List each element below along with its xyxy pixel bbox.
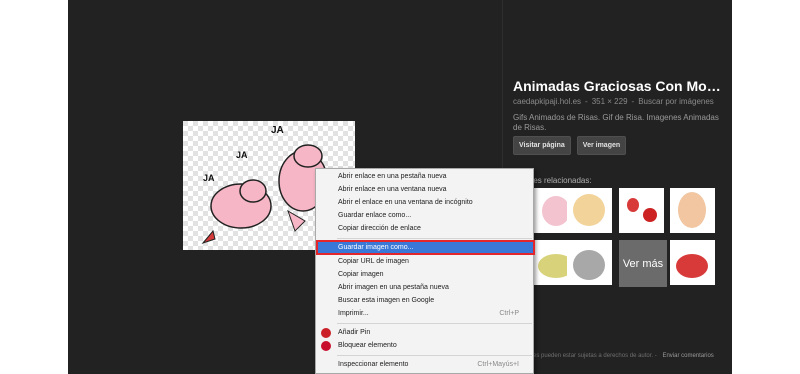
menu-item-copy-link-address[interactable]: Copiar dirección de enlace [316, 223, 533, 235]
menu-separator [337, 323, 532, 324]
menu-item-block-element[interactable]: Bloquear elemento [316, 340, 533, 352]
result-dimensions: 351 × 229 [591, 97, 628, 106]
menu-item-open-link-incognito[interactable]: Abrir el enlace en una ventana de incógn… [316, 197, 533, 209]
menu-item-add-pin[interactable]: Añadir Pin [316, 327, 533, 339]
block-icon [321, 341, 331, 351]
related-thumbnail[interactable] [670, 188, 715, 233]
menu-item-open-link-new-tab[interactable]: Abrir enlace en una pestaña nueva [316, 171, 533, 183]
related-thumbnail[interactable] [670, 240, 715, 285]
menu-item-label: Abrir enlace en una ventana nueva [338, 186, 447, 193]
search-by-image-link[interactable]: Buscar por imágenes [638, 97, 714, 106]
shortcut-label: Ctrl+Mayús+I [477, 361, 519, 368]
result-actions: Visitar página Ver imagen [513, 136, 627, 155]
copyright-notice: genes pueden estar sujetas a derechos de… [523, 353, 714, 359]
menu-item-label: Añadir Pin [338, 329, 371, 336]
menu-item-label: Copiar dirección de enlace [338, 225, 421, 232]
related-thumbnail[interactable] [567, 188, 612, 233]
menu-separator [337, 355, 532, 356]
menu-item-label: Abrir el enlace en una ventana de incógn… [338, 199, 473, 206]
result-description: Gifs Animados de Risas. Gif de Risa. Ima… [513, 113, 719, 132]
result-source[interactable]: caedapkipaji.hol.es [513, 97, 581, 106]
menu-item-label: Guardar enlace como... [338, 212, 412, 219]
menu-item-label: Abrir enlace en una pestaña nueva [338, 173, 447, 180]
menu-item-label: Copiar imagen [338, 271, 384, 278]
laugh-text: JA [203, 173, 215, 183]
menu-item-print[interactable]: Imprimir... Ctrl+P [316, 308, 533, 320]
menu-item-label: Abrir imagen en una pestaña nueva [338, 284, 449, 291]
menu-item-copy-image-url[interactable]: Copiar URL de imagen [316, 256, 533, 268]
highlight-annotation [316, 240, 535, 255]
result-title[interactable]: Animadas Graciosas Con Movimient... [513, 78, 728, 94]
related-thumbnail[interactable] [619, 188, 664, 233]
meta-separator: - [585, 97, 588, 106]
menu-item-label: Copiar URL de imagen [338, 258, 409, 265]
context-menu: Abrir enlace en una pestaña nueva Abrir … [315, 168, 535, 374]
see-more-button[interactable]: Ver más [619, 240, 667, 287]
menu-item-label: Inspeccionar elemento [338, 361, 409, 368]
menu-item-copy-image[interactable]: Copiar imagen [316, 269, 533, 281]
menu-item-search-image-google[interactable]: Buscar esta imagen en Google [316, 295, 533, 307]
menu-item-label: Buscar esta imagen en Google [338, 297, 435, 304]
meta-separator: - [631, 97, 635, 106]
menu-separator [337, 238, 532, 239]
laugh-text: JA [271, 125, 284, 136]
menu-item-label: Bloquear elemento [338, 342, 397, 349]
result-meta: caedapkipaji.hol.es - 351 × 229 - Buscar… [513, 97, 728, 106]
menu-item-label: Imprimir... [338, 310, 369, 317]
result-info: Animadas Graciosas Con Movimient... caed… [513, 78, 728, 133]
menu-item-save-link-as[interactable]: Guardar enlace como... [316, 210, 533, 222]
send-feedback-link[interactable]: Enviar comentarios [662, 353, 713, 359]
menu-item-open-link-new-window[interactable]: Abrir enlace en una ventana nueva [316, 184, 533, 196]
copyright-text: genes pueden estar sujetas a derechos de… [523, 353, 654, 359]
view-image-button[interactable]: Ver imagen [576, 136, 627, 155]
menu-item-inspect-element[interactable]: Inspeccionar elemento Ctrl+Mayús+I [316, 359, 533, 371]
pinterest-icon [321, 328, 331, 338]
shortcut-label: Ctrl+P [499, 310, 519, 317]
menu-item-open-image-new-tab[interactable]: Abrir imagen en una pestaña nueva [316, 282, 533, 294]
footer-separator: - [654, 353, 657, 359]
laugh-text: JA [236, 150, 248, 160]
related-thumbnail[interactable] [567, 240, 612, 285]
visit-page-button[interactable]: Visitar página [513, 136, 571, 155]
